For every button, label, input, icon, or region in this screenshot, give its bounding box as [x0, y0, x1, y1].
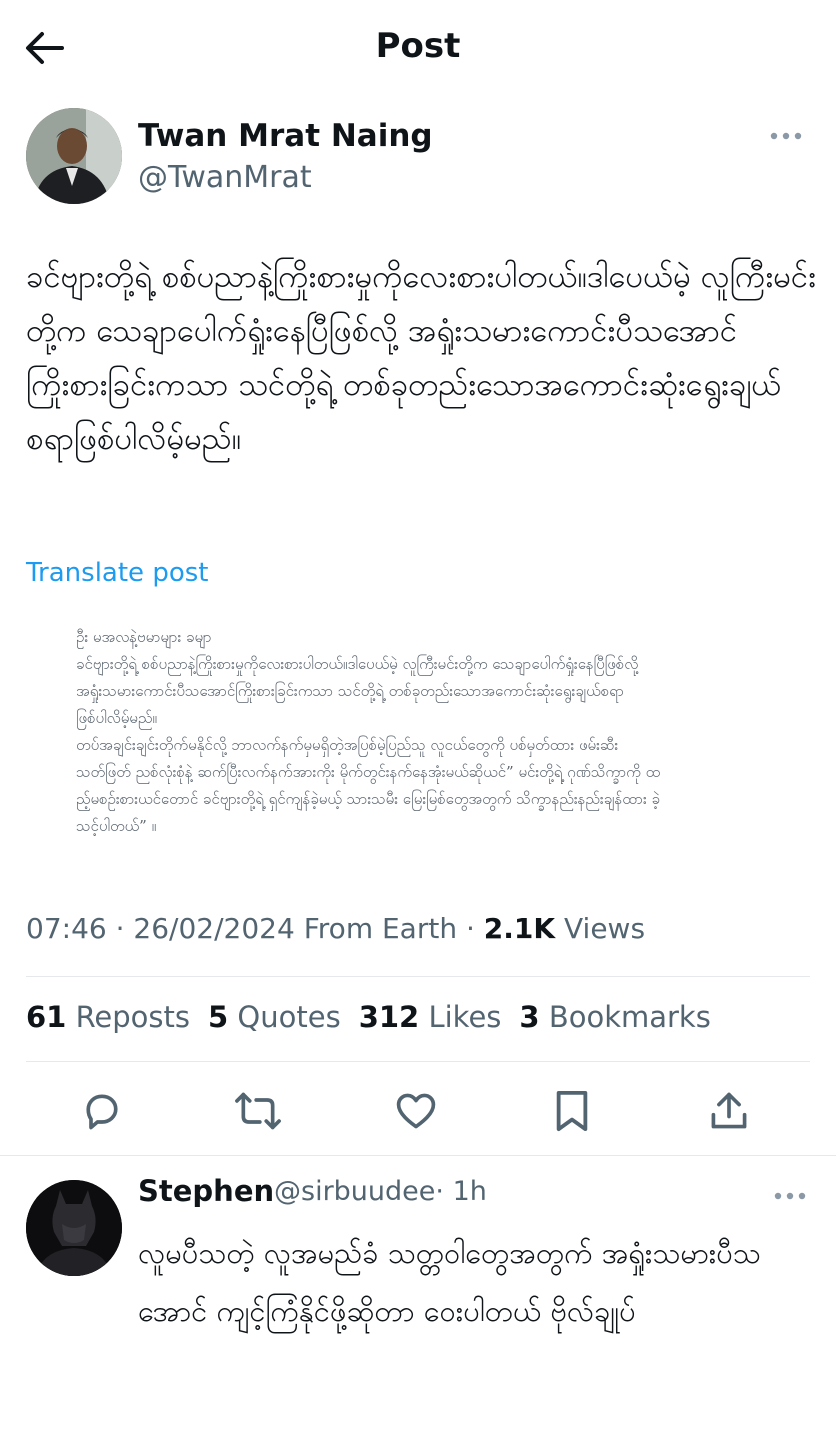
post-stats: 61 Reposts 5 Quotes 312 Likes 3 Bookmark…: [26, 1000, 711, 1034]
image-text-line: ည့်မစဉ်းစားယင်တောင် ခင်ဗျားတို့ရဲ့ ရှင်က…: [76, 790, 660, 808]
author-photo: [26, 108, 122, 204]
bookmarks-label: Bookmarks: [548, 1000, 711, 1034]
post-location: From Earth: [303, 912, 458, 945]
like-icon: [396, 1093, 436, 1129]
views-count: 2.1K: [483, 912, 556, 945]
more-horizontal-icon: [774, 1192, 806, 1200]
post-image[interactable]: ဦး မအလနဲ့ဗမာများ ခမျာ ခင်ဗျားတို့ရဲ့ စစ်…: [76, 624, 766, 840]
bookmarks-count: 3: [519, 1000, 540, 1034]
likes-stat[interactable]: 312 Likes: [359, 1000, 502, 1034]
separator: ·: [465, 912, 475, 945]
image-text-line: အရှုံးသမားကောင်းပီသအောင်ကြိုးစားခြင်းကသာ…: [76, 682, 624, 700]
translate-post-link[interactable]: Translate post: [26, 558, 208, 588]
author-handle[interactable]: @TwanMrat: [138, 160, 312, 195]
post-time: 07:46: [26, 912, 107, 945]
avatar[interactable]: [26, 1180, 122, 1276]
reply-handle-text: @sirbuudee: [274, 1176, 436, 1207]
image-text-line: တပ်အချင်းချင်းတိုက်မနိုင်လို့ ဘာလက်နက်မှ…: [76, 736, 619, 754]
reply-author-name[interactable]: Stephen: [138, 1174, 274, 1208]
post-date: 26/02/2024: [133, 912, 295, 945]
avatar[interactable]: [26, 108, 122, 204]
post-text: ခင်ဗျားတို့ရဲ့ စစ်ပညာနဲ့ကြိုးစားမှုကိုလေ…: [26, 259, 816, 457]
more-options-button[interactable]: [766, 124, 806, 148]
quotes-stat[interactable]: 5 Quotes: [208, 1000, 341, 1034]
divider: [0, 1155, 836, 1156]
likes-label: Likes: [428, 1000, 502, 1034]
image-text-line: သင့်ပါတယ်” ။: [76, 817, 157, 835]
reposts-stat[interactable]: 61 Reposts: [26, 1000, 190, 1034]
post-meta: 07:46 · 26/02/2024 From Earth · 2.1K Vie…: [26, 912, 645, 945]
divider: [26, 976, 810, 977]
reply-time: · 1h: [435, 1176, 487, 1207]
separator: ·: [115, 912, 125, 945]
reply-icon: [86, 1094, 118, 1130]
views-label: Views: [564, 912, 646, 945]
reply-author-handle[interactable]: @sirbuudee· 1h: [274, 1176, 487, 1207]
bookmark-button[interactable]: [547, 1086, 597, 1136]
bookmark-icon: [556, 1090, 588, 1132]
reply-author-photo: [26, 1180, 122, 1276]
author-name[interactable]: Twan Mrat Naing: [138, 118, 433, 154]
action-bar: [0, 1080, 836, 1140]
page-title: Post: [375, 26, 461, 66]
image-text-line: ဦး မအလနဲ့ဗမာများ ခမျာ: [76, 628, 212, 646]
quotes-count: 5: [208, 1000, 229, 1034]
reposts-count: 61: [26, 1000, 67, 1034]
reply-text: လူမပီသတဲ့ လူအမည်ခံ သတ္တဝါတွေအတွက် အရှုံး…: [138, 1236, 761, 1328]
repost-button[interactable]: [233, 1086, 283, 1136]
divider: [26, 1061, 810, 1062]
like-button[interactable]: [391, 1086, 441, 1136]
quotes-label: Quotes: [237, 1000, 341, 1034]
share-icon: [711, 1092, 747, 1129]
post-author: Twan Mrat Naing @TwanMrat: [26, 108, 816, 208]
image-text-line: သတ်ဖြတ် ညစ်လုံးစုံနဲ့ ဆက်ပြီးလက်နက်အားကိ…: [76, 763, 661, 781]
reply-button[interactable]: [77, 1086, 127, 1136]
bookmarks-stat[interactable]: 3 Bookmarks: [519, 1000, 710, 1034]
reposts-label: Reposts: [75, 1000, 191, 1034]
reply-more-button[interactable]: [770, 1184, 810, 1208]
image-text-line: ဖြစ်ပါလိမ့်မည်။: [76, 709, 157, 727]
reply-item[interactable]: Stephen @sirbuudee· 1h လူမပီသတဲ့ လူအမည်ခ…: [0, 1158, 836, 1440]
likes-count: 312: [358, 1000, 420, 1034]
top-bar: Post: [0, 0, 836, 96]
share-button[interactable]: [704, 1086, 754, 1136]
repost-icon: [235, 1092, 281, 1130]
image-text-line: ခင်ဗျားတို့ရဲ့ စစ်ပညာနဲ့ကြိုးစားမှုကိုလေ…: [76, 655, 639, 673]
more-horizontal-icon: [770, 132, 802, 140]
